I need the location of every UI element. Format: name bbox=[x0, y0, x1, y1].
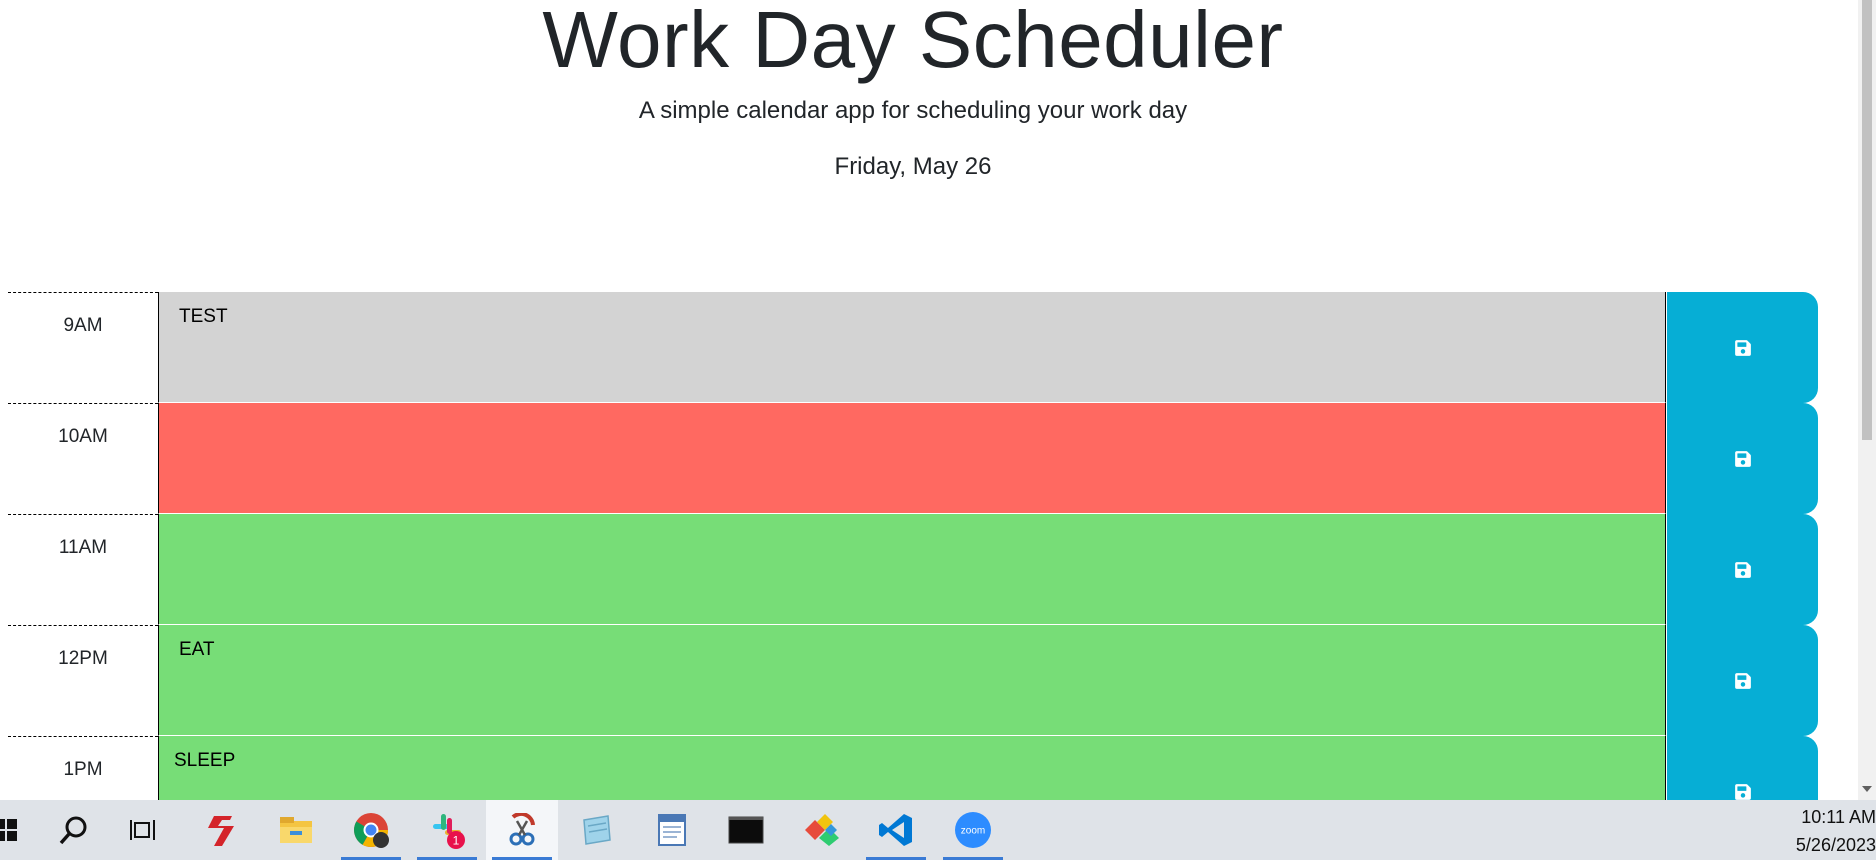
slack-icon: 1 bbox=[433, 814, 465, 849]
save-button[interactable] bbox=[1667, 514, 1818, 625]
scrollbar-thumb[interactable] bbox=[1862, 0, 1872, 440]
taskbar-slack[interactable]: 1 bbox=[411, 800, 483, 860]
taskbar-file-explorer[interactable] bbox=[260, 800, 332, 860]
hour-label: 12PM bbox=[8, 625, 158, 736]
floppy-disk-icon bbox=[1734, 561, 1751, 578]
floppy-disk-icon bbox=[1734, 450, 1751, 467]
clock-date: 5/26/2023 bbox=[1795, 835, 1876, 855]
slack-badge-count: 1 bbox=[453, 834, 460, 848]
taskbar-app-s[interactable] bbox=[186, 800, 258, 860]
time-block-9am: 9AM TEST bbox=[8, 292, 1818, 403]
floppy-disk-icon bbox=[1734, 339, 1751, 356]
wordpad-icon bbox=[658, 814, 686, 846]
event-description-input[interactable]: EAT bbox=[158, 625, 1666, 736]
taskbar-chrome[interactable] bbox=[335, 800, 407, 860]
event-description-input[interactable] bbox=[158, 514, 1666, 625]
hour-label: 11AM bbox=[8, 514, 158, 625]
time-block-12pm: 12PM EAT bbox=[8, 625, 1818, 736]
vertical-scrollbar[interactable] bbox=[1858, 0, 1876, 800]
clock-time: 10:11 AM bbox=[1801, 807, 1876, 827]
taskbar-app-puzzle[interactable] bbox=[786, 800, 858, 860]
app-puzzle-icon bbox=[805, 814, 839, 846]
zoom-label: zoom bbox=[961, 826, 985, 837]
event-description-input[interactable]: TEST bbox=[158, 292, 1666, 403]
floppy-disk-icon bbox=[1734, 783, 1751, 800]
taskbar-zoom[interactable]: zoom bbox=[937, 800, 1009, 860]
floppy-disk-icon bbox=[1734, 672, 1751, 689]
snipping-tool-icon bbox=[509, 813, 535, 846]
taskbar-terminal[interactable] bbox=[710, 800, 782, 860]
windows-start-icon bbox=[0, 819, 17, 841]
start-button[interactable] bbox=[0, 800, 42, 860]
event-description-input[interactable] bbox=[158, 403, 1666, 514]
scroll-down-arrow-icon[interactable] bbox=[1862, 786, 1872, 792]
time-block-11am: 11AM bbox=[8, 514, 1818, 625]
file-explorer-icon bbox=[280, 817, 312, 843]
taskbar-vscode[interactable] bbox=[860, 800, 932, 860]
task-view-button[interactable] bbox=[108, 800, 180, 860]
terminal-icon bbox=[728, 816, 764, 844]
app-s-icon bbox=[208, 816, 234, 846]
zoom-icon: zoom bbox=[955, 812, 991, 848]
page: Work Day Scheduler A simple calendar app… bbox=[0, 0, 1876, 860]
save-button[interactable] bbox=[1667, 625, 1818, 736]
chrome-icon bbox=[354, 813, 389, 848]
hour-label: 9AM bbox=[8, 292, 158, 403]
search-button[interactable] bbox=[38, 800, 110, 860]
notepad-icon bbox=[583, 815, 611, 845]
taskbar-snipping-tool[interactable] bbox=[486, 800, 558, 860]
scheduler: 9AM TEST 10AM 11AM 12PM EAT 1PM SLEEP bbox=[8, 292, 1818, 847]
save-button[interactable] bbox=[1667, 292, 1818, 403]
save-button[interactable] bbox=[1667, 403, 1818, 514]
taskbar: 1 zoom 10:11 AM 5/26/2023 bbox=[0, 800, 1876, 860]
system-clock[interactable]: 10:11 AM 5/26/2023 bbox=[1766, 800, 1876, 860]
time-block-10am: 10AM bbox=[8, 403, 1818, 514]
page-subtitle: A simple calendar app for scheduling you… bbox=[638, 97, 1188, 124]
search-icon bbox=[59, 816, 87, 845]
taskbar-wordpad[interactable] bbox=[636, 800, 708, 860]
current-day: Friday, May 26 bbox=[834, 153, 992, 180]
task-view-icon bbox=[130, 820, 155, 840]
taskbar-notepad[interactable] bbox=[560, 800, 632, 860]
hour-label: 10AM bbox=[8, 403, 158, 514]
vscode-icon bbox=[879, 814, 912, 846]
page-title: Work Day Scheduler bbox=[542, 0, 1284, 84]
